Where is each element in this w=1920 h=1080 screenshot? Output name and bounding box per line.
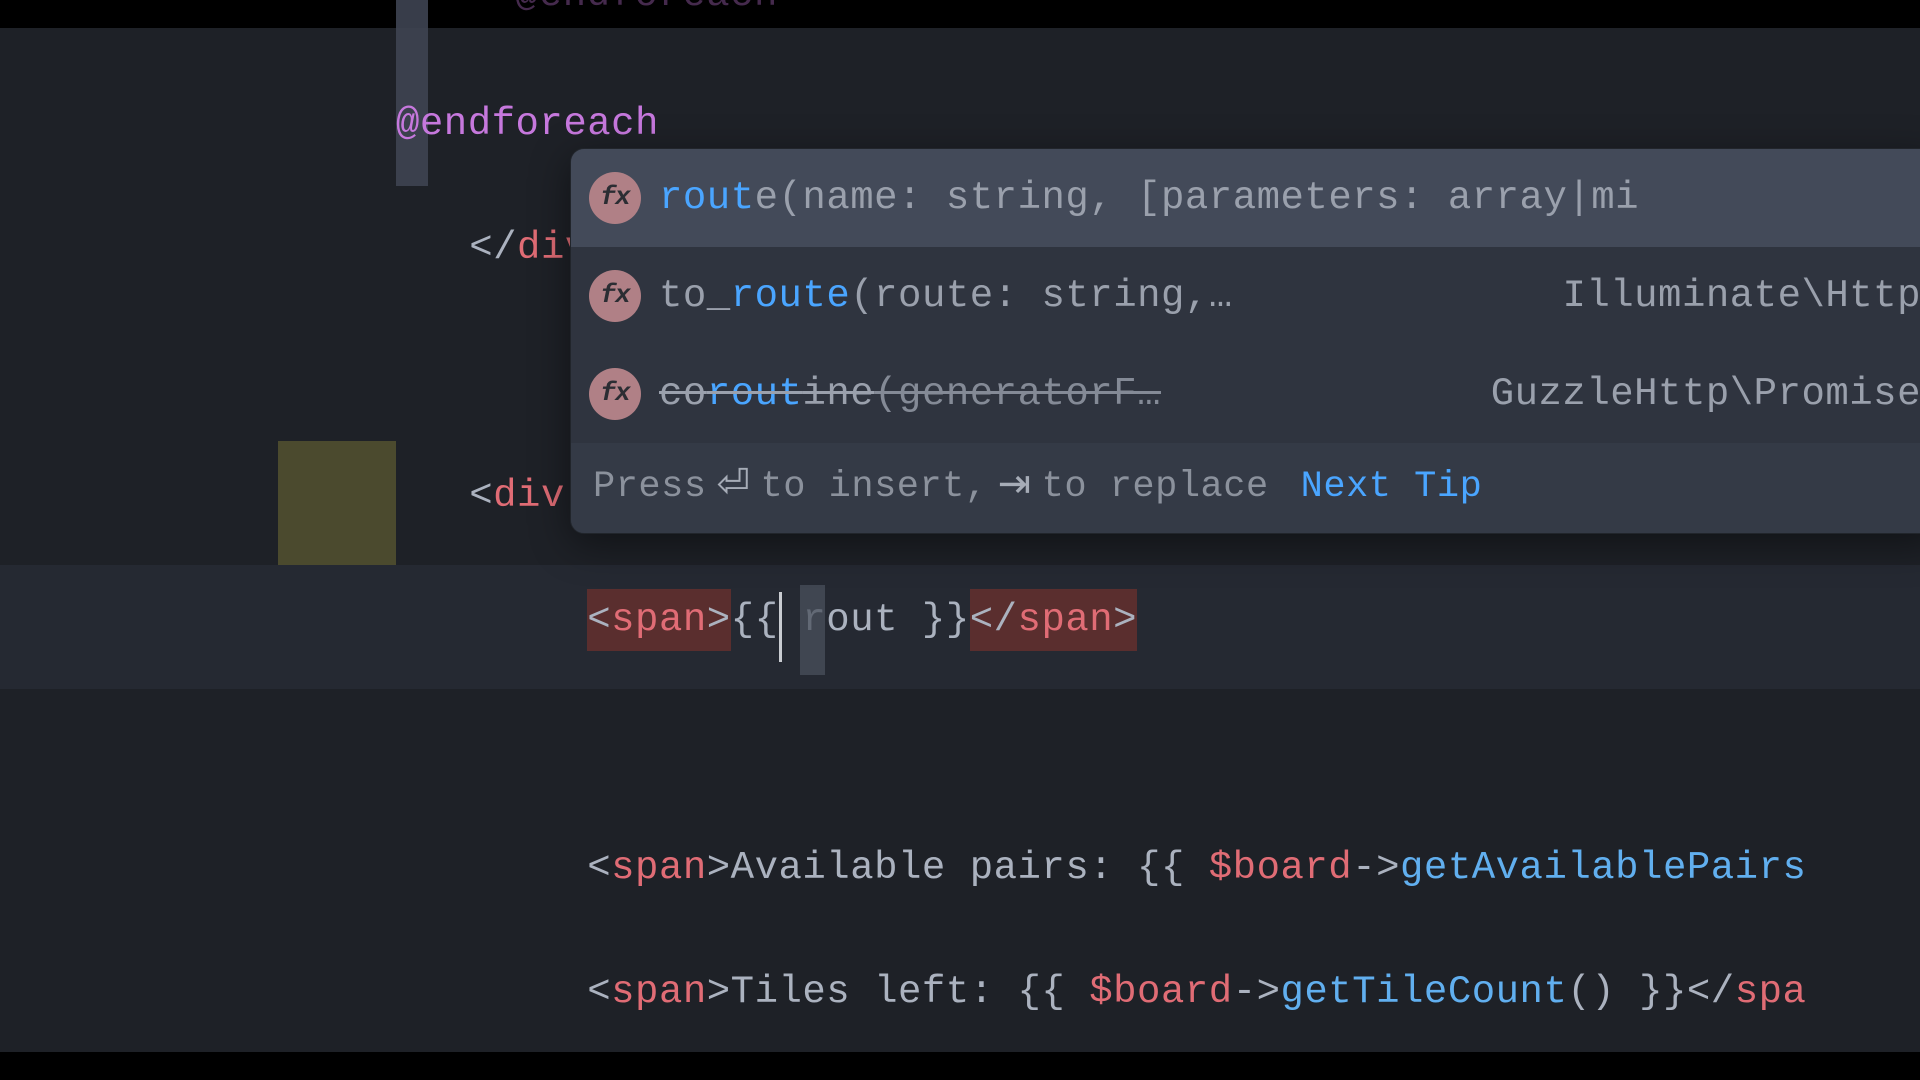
- code-line[interactable]: <span>Tiles left: {{ $board->getTileCoun…: [0, 930, 1920, 1054]
- footer-text: Press: [593, 458, 707, 517]
- autocomplete-label: coroutine(generatorF…: [659, 363, 1161, 425]
- autocomplete-footer: Press ⏎ to insert, ⇥ to replace Next Tip: [571, 443, 1920, 533]
- selection-after-cursor: [800, 585, 825, 675]
- text-cursor: [779, 592, 782, 662]
- autocomplete-label: route(name: string, [parameters: array|m…: [659, 167, 1639, 229]
- enter-key-icon: ⏎: [717, 456, 751, 520]
- code-editor[interactable]: @endforeach @endforeach </div> <div clas…: [0, 0, 1920, 1080]
- autocomplete-hint: GuzzleHttp\Promise: [1491, 363, 1920, 425]
- autocomplete-item-route[interactable]: fx route(name: string, [parameters: arra…: [571, 149, 1920, 247]
- blade-directive: @endforeach: [396, 93, 659, 155]
- autocomplete-label: to_route(route: string,…: [659, 265, 1233, 327]
- autocomplete-popup[interactable]: fx route(name: string, [parameters: arra…: [570, 148, 1920, 534]
- autocomplete-hint: Illuminate\Http: [1562, 265, 1920, 327]
- footer-text: to insert,: [761, 458, 988, 517]
- autocomplete-item-to-route[interactable]: fx to_route(route: string,… Illuminate\H…: [571, 247, 1920, 345]
- code-line[interactable]: @endforeach: [0, 0, 1920, 62]
- function-icon: fx: [589, 172, 641, 224]
- footer-text: to replace: [1042, 458, 1269, 517]
- autocomplete-item-coroutine[interactable]: fx coroutine(generatorF… GuzzleHttp\Prom…: [571, 345, 1920, 443]
- tab-key-icon: ⇥: [998, 456, 1032, 520]
- function-icon: fx: [589, 270, 641, 322]
- function-icon: fx: [589, 368, 641, 420]
- code-line-active[interactable]: <span>{{ rout }}</span>: [0, 558, 1920, 682]
- next-tip-link[interactable]: Next Tip: [1301, 458, 1483, 517]
- blade-directive: @endforeach: [515, 0, 778, 26]
- span-tiles-left: <span>Tiles left: {{ $board->getTileCoun…: [396, 898, 1806, 1080]
